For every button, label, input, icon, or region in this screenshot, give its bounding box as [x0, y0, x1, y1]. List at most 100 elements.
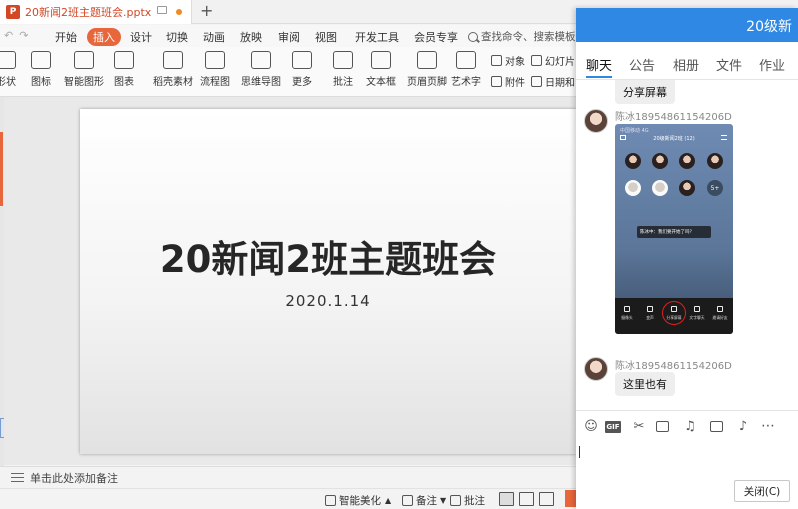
ribbon-shapes[interactable]: 形状	[0, 51, 16, 88]
menu-slideshow[interactable]: 放映	[234, 28, 268, 46]
camera-icon	[624, 306, 630, 312]
ribbon-slide[interactable]: 幻灯片	[531, 53, 575, 68]
ribbon-date[interactable]: 日期和	[531, 74, 575, 89]
folder-icon[interactable]	[656, 421, 669, 432]
tab-files[interactable]: 文件	[716, 55, 742, 74]
message-bubble-share-screen[interactable]: 分享屏幕	[615, 80, 675, 104]
tab-homework[interactable]: 作业	[759, 55, 785, 74]
monitor-icon[interactable]	[157, 6, 167, 14]
add-user-icon	[717, 306, 723, 312]
participant-avatar	[652, 180, 668, 196]
close-button[interactable]: 关闭(C)	[734, 480, 790, 502]
ribbon-smartart[interactable]: 智能图形	[64, 51, 104, 88]
ribbon-docer-material[interactable]: 稻壳素材	[153, 51, 193, 88]
menu-view[interactable]: 视图	[309, 28, 343, 46]
participant-avatar	[707, 153, 723, 169]
red-highlight-circle	[662, 301, 686, 325]
document-tab[interactable]: P 20新闻2班主题班会.pptx	[0, 0, 192, 24]
more-participants-badge: 5+	[707, 180, 723, 196]
message-input[interactable]	[576, 442, 798, 482]
emoji-icon[interactable]: ☺	[584, 420, 598, 433]
smart-beautify-button[interactable]: 智能美化 ▲	[325, 493, 391, 508]
group-chat-window: 20级新 聊天 公告 相册 文件 作业 分享屏幕 陈冰1895486115420…	[576, 8, 798, 509]
notes-bar[interactable]: 单击此处添加备注	[0, 466, 580, 488]
unsaved-dot-icon	[176, 9, 182, 15]
more-options-icon[interactable]: ⋯	[759, 419, 777, 433]
command-search[interactable]: 查找命令、搜索模板	[468, 28, 576, 45]
ribbon-mindmap[interactable]: 思维导图	[241, 51, 281, 88]
phone-status-text: 中国移动 4G	[620, 128, 649, 134]
slide-sorter-icon[interactable]	[519, 492, 534, 506]
menu-design[interactable]: 设计	[124, 28, 158, 46]
new-tab-button[interactable]: +	[200, 1, 213, 20]
ribbon-flowchart[interactable]: 流程图	[200, 51, 230, 88]
material-icon	[163, 51, 183, 69]
avatar[interactable]	[584, 109, 608, 133]
notes-lines-icon	[402, 495, 413, 506]
slide-icon	[531, 55, 542, 66]
ribbon-icons[interactable]: 图标	[31, 51, 51, 88]
participant-avatar	[625, 180, 641, 196]
slide-title[interactable]: 20新闻2班主题班会	[80, 229, 576, 283]
current-slide-marker	[0, 132, 3, 206]
menu-animation[interactable]: 动画	[197, 28, 231, 46]
more-icon	[292, 51, 312, 69]
tab-announcement[interactable]: 公告	[629, 55, 655, 74]
message-list[interactable]: 分享屏幕 陈冰18954861154206D 中国移动 4G 20级新闻2班 (…	[576, 80, 798, 410]
menu-home[interactable]: 开始	[49, 28, 83, 46]
chat-tabs: 聊天 公告 相册 文件 作业	[576, 42, 798, 80]
ribbon-attachment[interactable]: 附件	[491, 74, 525, 89]
screenshot-image[interactable]: 中国移动 4G 20级新闻2班 (12) 5+ 陈冰中：我们要开始了吗？ 摄像头…	[615, 124, 733, 334]
bell-icon[interactable]: ♪	[736, 420, 750, 433]
ribbon-header-footer[interactable]: 页眉页脚	[407, 51, 447, 88]
gif-icon[interactable]: GIF	[605, 421, 621, 433]
ribbon-more[interactable]: 更多	[292, 51, 312, 88]
ribbon-wordart[interactable]: 艺术字	[451, 51, 481, 88]
menu-transition[interactable]: 切换	[160, 28, 194, 46]
chart-icon	[114, 51, 134, 69]
room-name: 20级新闻2班 (12)	[653, 136, 695, 142]
invite-button: 邀请好友	[710, 306, 730, 321]
reading-view-icon[interactable]	[539, 492, 554, 506]
menu-developer[interactable]: 开发工具	[349, 28, 405, 46]
menu-member[interactable]: 会员专享	[408, 28, 464, 46]
object-icon	[491, 55, 502, 66]
slide[interactable]: 20新闻2班主题班会 2020.1.14	[80, 109, 576, 454]
icons-icon	[31, 51, 51, 69]
avatar[interactable]	[584, 357, 608, 381]
comment-icon	[450, 495, 461, 506]
shapes-icon	[0, 51, 16, 69]
ribbon-object[interactable]: 对象	[491, 53, 525, 68]
phone-call-toolbar: 摄像头 变声 分享屏幕 文字聊天 邀请好友	[615, 298, 733, 334]
mindmap-icon	[251, 51, 271, 69]
menu-icon	[721, 135, 727, 140]
undo-redo-icons[interactable]: ↶↷	[4, 29, 34, 42]
flowchart-icon	[205, 51, 225, 69]
calendar-icon	[531, 76, 542, 87]
participant-avatar	[652, 153, 668, 169]
scissors-icon[interactable]: ✂	[632, 420, 646, 433]
chat-header: 20级新	[576, 8, 798, 42]
menu-insert[interactable]: 插入	[87, 28, 121, 46]
message-bubble-here-too[interactable]: 这里也有	[615, 372, 675, 396]
normal-view-icon[interactable]	[499, 492, 514, 506]
tab-chat[interactable]: 聊天	[586, 55, 612, 74]
cube-icon	[325, 495, 336, 506]
sender-name: 陈冰18954861154206D	[615, 361, 732, 372]
ribbon-comment[interactable]: 批注	[333, 51, 353, 88]
tab-album[interactable]: 相册	[673, 55, 699, 74]
participant-avatar	[625, 153, 641, 169]
image-icon[interactable]	[710, 421, 723, 432]
menu-review[interactable]: 审阅	[272, 28, 306, 46]
ribbon-textbox[interactable]: 文本框	[366, 51, 396, 88]
chevron-down-icon: ▼	[440, 496, 447, 505]
paperclip-icon	[491, 76, 502, 87]
slide-date[interactable]: 2020.1.14	[80, 292, 576, 310]
status-bar: 智能美化 ▲ 备注 ▼ 批注	[0, 488, 580, 509]
active-tab-indicator	[586, 76, 612, 78]
voice-icon	[647, 306, 653, 312]
comments-toggle-button[interactable]: 批注	[450, 493, 485, 508]
notes-toggle-button[interactable]: 备注 ▼	[402, 493, 446, 508]
ribbon-chart[interactable]: 图表	[114, 51, 134, 88]
music-icon[interactable]: ♫	[683, 420, 697, 433]
